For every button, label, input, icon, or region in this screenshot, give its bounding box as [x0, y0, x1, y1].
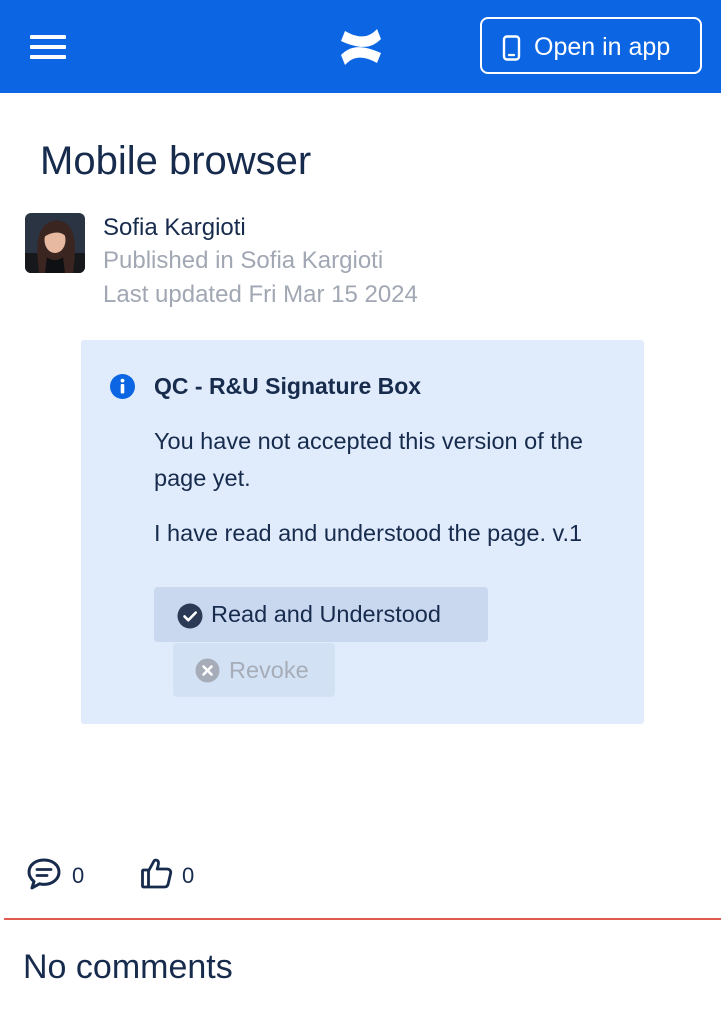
- like-button[interactable]: [140, 856, 174, 895]
- read-and-understood-label: Read and Understood: [211, 601, 441, 627]
- revoke-button[interactable]: Revoke: [173, 643, 335, 697]
- published-in: Published in Sofia Kargioti: [103, 247, 384, 274]
- comments-count: 0: [72, 863, 85, 888]
- open-in-app-button[interactable]: Open in app: [480, 17, 702, 74]
- signature-box-panel: QC - R&U Signature Box You have not acce…: [81, 340, 644, 724]
- last-updated: Last updated Fri Mar 15 2024: [103, 281, 418, 308]
- no-comments-label: No comments: [23, 948, 233, 986]
- x-circle-icon: [195, 658, 220, 683]
- revoke-label: Revoke: [229, 657, 309, 683]
- signature-box-title: QC - R&U Signature Box: [154, 373, 422, 399]
- author-avatar-image: [25, 213, 85, 273]
- hamburger-line: [30, 55, 66, 59]
- confluence-logo-icon[interactable]: [337, 25, 385, 69]
- read-statement: I have read and understood the page. v.1: [154, 520, 583, 546]
- comment-icon: [27, 858, 61, 890]
- hamburger-line: [30, 45, 66, 49]
- page-title: Mobile browser: [40, 139, 312, 183]
- menu-button[interactable]: [30, 35, 66, 59]
- hamburger-menu-icon: [30, 35, 66, 39]
- read-and-understood-button[interactable]: Read and Understood: [154, 587, 488, 642]
- check-circle-icon: [177, 603, 203, 629]
- thumbs-up-icon: [141, 858, 173, 889]
- acceptance-status-message: You have not accepted this version of th…: [154, 428, 583, 491]
- author-name[interactable]: Sofia Kargioti: [103, 213, 246, 243]
- comments-button[interactable]: [26, 857, 62, 896]
- mobile-phone-icon: [502, 35, 521, 61]
- open-in-app-label: Open in app: [534, 33, 671, 61]
- top-app-bar: Open in app: [0, 0, 721, 93]
- avatar[interactable]: [25, 213, 85, 273]
- comments-divider: [4, 918, 721, 920]
- likes-count: 0: [182, 863, 195, 888]
- info-icon: [110, 374, 135, 399]
